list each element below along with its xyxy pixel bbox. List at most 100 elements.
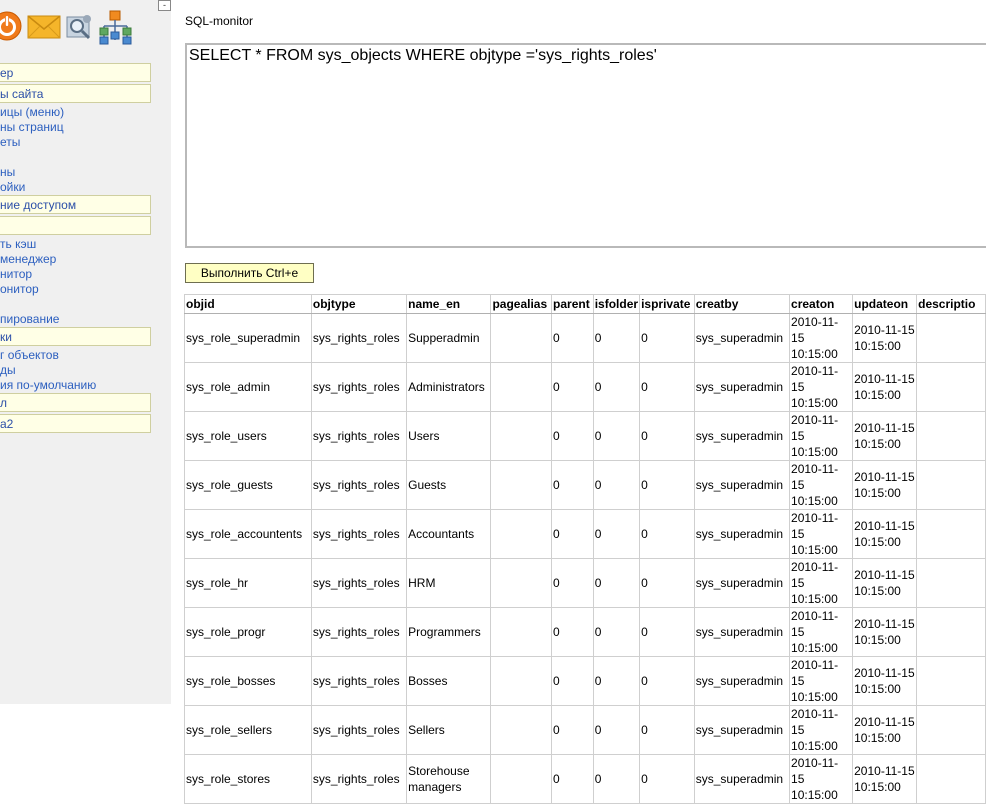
table-cell-isprivate: 0	[639, 460, 695, 510]
table-cell-pagealias	[490, 656, 553, 706]
table-cell-isfolder: 0	[592, 460, 641, 510]
column-header-pagealias[interactable]: pagealias	[490, 294, 553, 314]
sidebar-nav: ер ы сайта ицы (меню) ны страниц еты ны ойки ни…	[0, 63, 151, 435]
sidebar-section[interactable]: ние доступом	[0, 195, 151, 214]
table-cell-isprivate: 0	[639, 411, 695, 461]
table-cell-objtype: sys_rights_roles	[310, 460, 408, 510]
table-cell-creaton: 2010-11-15 10:15:00	[789, 754, 854, 804]
table-cell-isfolder: 0	[592, 313, 641, 363]
column-header-name_en[interactable]: name_en	[406, 294, 492, 314]
table-cell-isfolder: 0	[592, 607, 641, 657]
column-header-updateon[interactable]: updateon	[852, 294, 918, 314]
column-header-isprivate[interactable]: isprivate	[639, 294, 695, 314]
table-cell-creatby: sys_superadmin	[693, 558, 791, 608]
sidebar-section[interactable]: л	[0, 393, 151, 412]
sidebar-link[interactable]: г объектов	[0, 348, 151, 363]
table-cell-creaton: 2010-11-15 10:15:00	[789, 509, 854, 559]
table-cell-updateon: 2010-11-15 10:15:00	[852, 362, 918, 412]
sidebar-link[interactable]: пирование	[0, 312, 151, 327]
table-cell-updateon: 2010-11-15 10:15:00	[852, 705, 918, 755]
table-cell-parent: 0	[551, 509, 594, 559]
table-cell-isfolder: 0	[592, 656, 641, 706]
sidebar-link[interactable]: еты	[0, 135, 151, 150]
table-cell-objtype: sys_rights_roles	[310, 705, 408, 755]
column-header-parent[interactable]: parent	[551, 294, 594, 314]
column-header-creaton[interactable]: creaton	[789, 294, 854, 314]
table-cell-name_en: Supperadmin	[406, 313, 492, 363]
sidebar-link[interactable]	[0, 150, 151, 165]
table-cell-creatby: sys_superadmin	[693, 460, 791, 510]
table-row: sys_role_admin sys_rights_roles Administra…	[184, 362, 986, 412]
table-cell-objtype: sys_rights_roles	[310, 313, 408, 363]
sidebar-link[interactable]: нитор	[0, 267, 151, 282]
sidebar-link[interactable]: ия по-умолчанию	[0, 378, 151, 393]
power-icon[interactable]	[0, 11, 22, 44]
table-cell-objtype: sys_rights_roles	[310, 656, 408, 706]
table-cell-creaton: 2010-11-15 10:15:00	[789, 705, 854, 755]
table-cell-creaton: 2010-11-15 10:15:00	[789, 313, 854, 363]
table-cell-descriptio	[916, 313, 986, 363]
sitemap-icon[interactable]	[99, 10, 133, 49]
sidebar-section[interactable]: ы сайта	[0, 84, 151, 103]
search-settings-icon[interactable]	[64, 12, 94, 45]
sidebar-link[interactable]: ицы (меню)	[0, 105, 151, 120]
sidebar-section[interactable]	[0, 216, 151, 235]
sidebar-link[interactable]	[0, 297, 151, 312]
table-cell-name_en: HRM	[406, 558, 492, 608]
table-cell-parent: 0	[551, 754, 594, 804]
table-cell-creatby: sys_superadmin	[693, 705, 791, 755]
sidebar-section[interactable]: а2	[0, 414, 151, 433]
table-cell-updateon: 2010-11-15 10:15:00	[852, 607, 918, 657]
table-cell-objid: sys_role_hr	[184, 558, 312, 608]
table-cell-isprivate: 0	[639, 656, 695, 706]
sidebar-link[interactable]: ны страниц	[0, 120, 151, 135]
table-cell-isprivate: 0	[639, 509, 695, 559]
column-header-creatby[interactable]: creatby	[693, 294, 791, 314]
table-cell-pagealias	[490, 754, 553, 804]
toolbar-icons	[0, 8, 160, 48]
column-header-descriptio[interactable]: descriptio	[916, 294, 986, 314]
sidebar-link[interactable]: ны	[0, 165, 151, 180]
table-cell-descriptio	[916, 656, 986, 706]
sidebar-section[interactable]: ер	[0, 63, 151, 82]
table-cell-name_en: Bosses	[406, 656, 492, 706]
mail-icon[interactable]	[27, 14, 61, 43]
table-cell-creatby: sys_superadmin	[693, 607, 791, 657]
table-cell-objid: sys_role_superadmin	[184, 313, 312, 363]
table-cell-descriptio	[916, 754, 986, 804]
table-cell-creaton: 2010-11-15 10:15:00	[789, 607, 854, 657]
sidebar: - ер ы сайта ицы (меню) ны страниц еты ны ойки…	[0, 0, 171, 704]
column-header-isfolder[interactable]: isfolder	[592, 294, 641, 314]
sidebar-link[interactable]: онитор	[0, 282, 151, 297]
sidebar-section[interactable]: ки	[0, 327, 151, 346]
sidebar-link[interactable]: ойки	[0, 180, 151, 195]
table-row: sys_role_guests sys_rights_roles Guests 0 0 0…	[184, 460, 986, 510]
run-query-button[interactable]: Выполнить Ctrl+e	[185, 263, 314, 283]
table-cell-updateon: 2010-11-15 10:15:00	[852, 509, 918, 559]
collapse-sidebar-button[interactable]: -	[158, 0, 171, 11]
table-cell-parent: 0	[551, 607, 594, 657]
table-cell-creatby: sys_superadmin	[693, 656, 791, 706]
results-table: objid objtype name_en pagealias parent isfold…	[184, 294, 986, 804]
table-row: sys_role_sellers sys_rights_roles Sellers 0…	[184, 705, 986, 755]
table-cell-pagealias	[490, 313, 553, 363]
table-cell-objid: sys_role_accountents	[184, 509, 312, 559]
table-cell-isprivate: 0	[639, 607, 695, 657]
table-cell-objid: sys_role_bosses	[184, 656, 312, 706]
sidebar-link[interactable]: ды	[0, 363, 151, 378]
sidebar-link[interactable]: менеджер	[0, 252, 151, 267]
table-cell-isprivate: 0	[639, 362, 695, 412]
column-header-objid[interactable]: objid	[184, 294, 312, 314]
sidebar-link[interactable]: ть кэш	[0, 237, 151, 252]
table-cell-objid: sys_role_admin	[184, 362, 312, 412]
sql-query-input[interactable]	[185, 43, 986, 248]
column-header-objtype[interactable]: objtype	[310, 294, 408, 314]
table-cell-objid: sys_role_sellers	[184, 705, 312, 755]
table-cell-updateon: 2010-11-15 10:15:00	[852, 460, 918, 510]
table-cell-name_en: Sellers	[406, 705, 492, 755]
table-cell-objid: sys_role_users	[184, 411, 312, 461]
table-cell-parent: 0	[551, 558, 594, 608]
table-cell-creatby: sys_superadmin	[693, 313, 791, 363]
table-cell-updateon: 2010-11-15 10:15:00	[852, 411, 918, 461]
table-row: sys_role_hr sys_rights_roles HRM 0 0 0 sys_sup…	[184, 558, 986, 608]
